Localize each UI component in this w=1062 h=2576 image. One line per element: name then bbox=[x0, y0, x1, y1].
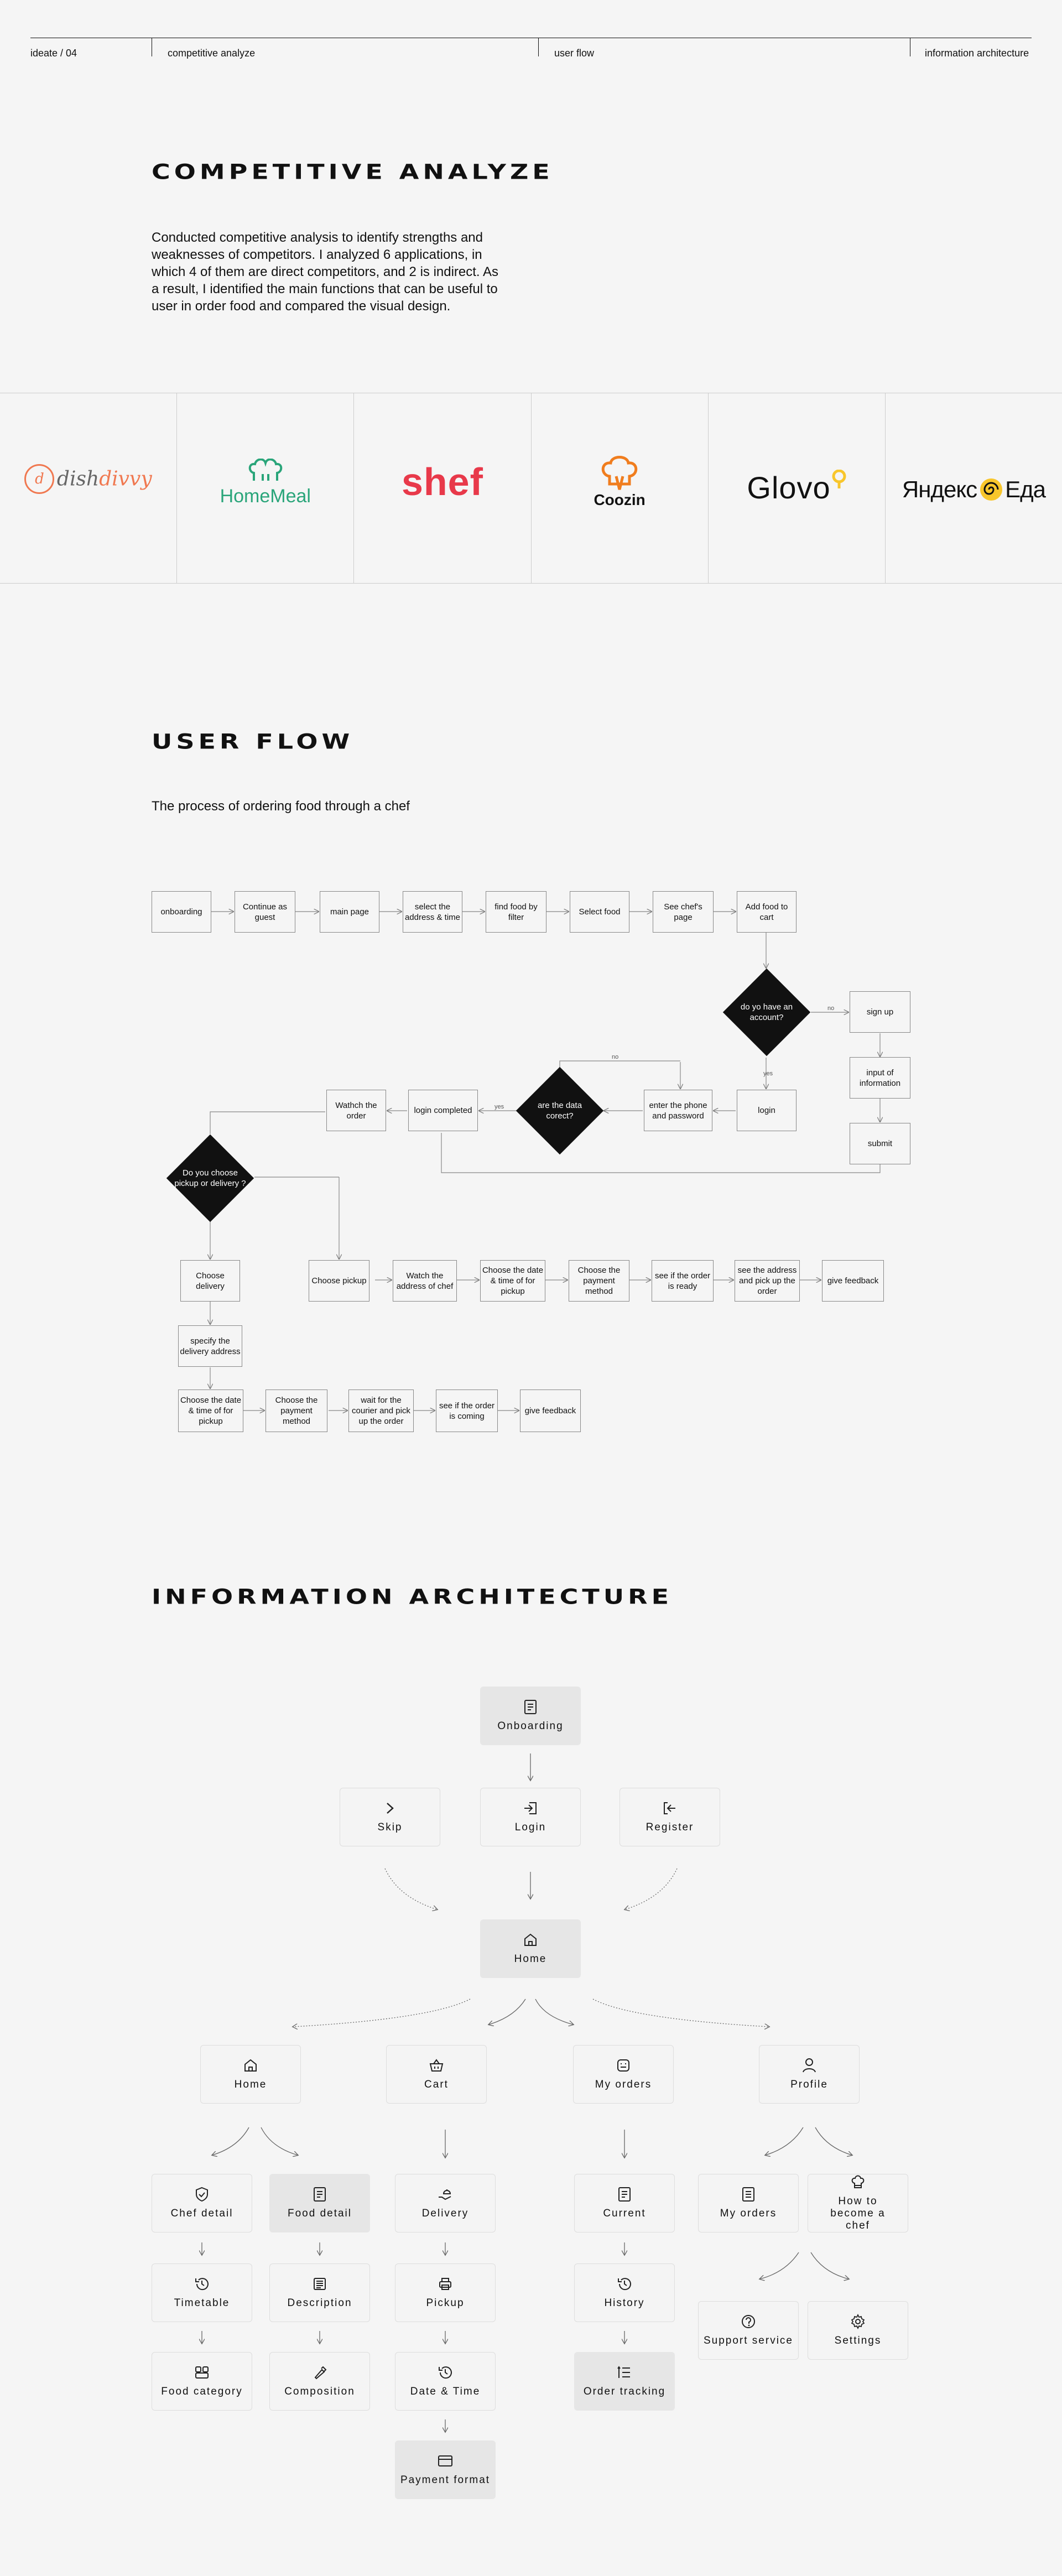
ia-support: Support service bbox=[698, 2301, 799, 2360]
user-icon bbox=[803, 2058, 816, 2073]
ia-order-tracking-label: Order tracking bbox=[583, 2386, 666, 2397]
ia-register: Register bbox=[620, 1788, 720, 1846]
history-clock-icon bbox=[195, 2278, 209, 2291]
credit-card-icon bbox=[438, 2455, 452, 2466]
ia-pickup-label: Pickup bbox=[426, 2297, 465, 2309]
ia-home-hub: Home bbox=[480, 1919, 581, 1978]
ia-my-orders: My orders bbox=[573, 2045, 674, 2104]
ia-current-label: Current bbox=[603, 2208, 646, 2219]
ia-delivery: Delivery bbox=[395, 2174, 496, 2232]
ia-skip: Skip bbox=[340, 1788, 440, 1846]
ia-profile: Profile bbox=[759, 2045, 860, 2104]
history-clock-icon bbox=[618, 2278, 631, 2291]
brush-icon bbox=[314, 2366, 327, 2380]
ia-become-chef-label: How to become a chef bbox=[830, 2195, 886, 2231]
ia-settings: Settings bbox=[808, 2301, 908, 2360]
shield-check-icon bbox=[196, 2187, 208, 2202]
clock-icon bbox=[439, 2366, 452, 2379]
ia-profile-orders-label: My orders bbox=[720, 2208, 777, 2219]
ia-profile-label: Profile bbox=[790, 2079, 828, 2090]
ia-chef-detail: Chef detail bbox=[152, 2174, 252, 2232]
basket-icon bbox=[429, 2059, 444, 2072]
document-icon bbox=[524, 1700, 537, 1714]
ia-cart: Cart bbox=[386, 2045, 487, 2104]
ia-description: Description bbox=[269, 2263, 370, 2322]
ia-my-orders-label: My orders bbox=[595, 2079, 652, 2090]
ia-history: History bbox=[574, 2263, 675, 2322]
ia-date-time-label: Date & Time bbox=[410, 2386, 481, 2397]
tracking-list-icon bbox=[617, 2366, 630, 2378]
ia-delivery-label: Delivery bbox=[421, 2208, 469, 2219]
ia-login: Login bbox=[480, 1788, 581, 1846]
orders-icon bbox=[617, 2059, 629, 2072]
ia-register-label: Register bbox=[645, 1822, 694, 1833]
printer-icon bbox=[439, 2278, 451, 2290]
ia-history-label: History bbox=[604, 2297, 645, 2309]
category-icon bbox=[195, 2366, 209, 2379]
ia-settings-label: Settings bbox=[834, 2335, 882, 2346]
list-doc-icon bbox=[742, 2187, 754, 2202]
ia-home-hub-label: Home bbox=[514, 1953, 547, 1965]
ia-composition: Composition bbox=[269, 2352, 370, 2411]
ia-cart-label: Cart bbox=[424, 2079, 449, 2090]
delivery-hand-icon bbox=[439, 2189, 451, 2200]
ia-timetable: Timetable bbox=[152, 2263, 252, 2322]
ia-description-label: Description bbox=[287, 2297, 352, 2309]
ia-timetable-label: Timetable bbox=[174, 2297, 230, 2309]
home-icon bbox=[244, 2059, 257, 2072]
login-icon bbox=[524, 1802, 537, 1814]
ia-composition-label: Composition bbox=[284, 2386, 355, 2397]
ia-onboarding: Onboarding bbox=[480, 1687, 581, 1745]
ia-payment-format-label: Payment format bbox=[400, 2474, 491, 2486]
ia-current: Current bbox=[574, 2174, 675, 2232]
document-icon bbox=[618, 2187, 631, 2202]
home-icon bbox=[524, 1933, 537, 1946]
ia-skip-label: Skip bbox=[377, 1822, 403, 1833]
ia-food-detail: Food detail bbox=[269, 2174, 370, 2232]
newspaper-icon bbox=[314, 2278, 326, 2290]
help-circle-icon bbox=[742, 2315, 755, 2328]
ia-home: Home bbox=[200, 2045, 301, 2104]
ia-profile-orders: My orders bbox=[698, 2174, 799, 2232]
document-icon bbox=[314, 2187, 326, 2202]
ia-food-detail-label: Food detail bbox=[287, 2208, 352, 2219]
ia-food-category-label: Food category bbox=[161, 2386, 243, 2397]
ia-home-label: Home bbox=[234, 2079, 267, 2090]
ia-date-time: Date & Time bbox=[395, 2352, 496, 2411]
gear-icon bbox=[851, 2314, 865, 2329]
ia-order-tracking: Order tracking bbox=[574, 2352, 675, 2411]
ia-chef-detail-label: Chef detail bbox=[170, 2208, 233, 2219]
ia-support-label: Support service bbox=[703, 2335, 793, 2346]
chef-hat-icon bbox=[851, 2175, 865, 2188]
ia-onboarding-label: Onboarding bbox=[497, 1720, 564, 1732]
register-icon bbox=[664, 1802, 675, 1814]
ia-login-label: Login bbox=[514, 1822, 546, 1833]
ia-food-category: Food category bbox=[152, 2352, 252, 2411]
ia-payment-format: Payment format bbox=[395, 2440, 496, 2499]
chevron-right-icon bbox=[387, 1803, 394, 1814]
ia-become-chef: How to become a chef bbox=[808, 2174, 908, 2232]
ia-pickup: Pickup bbox=[395, 2263, 496, 2322]
